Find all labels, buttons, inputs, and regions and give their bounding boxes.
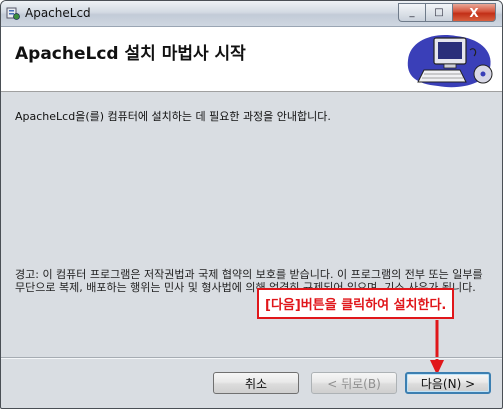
window-controls: _ □ X: [398, 3, 496, 22]
back-button[interactable]: < 뒤로(B): [311, 372, 397, 394]
next-button[interactable]: 다음(N) >: [405, 372, 491, 394]
wizard-body: ApacheLcd을(를) 컴퓨터에 설치하는 데 필요한 과정을 안내합니다.…: [1, 92, 502, 375]
maximize-button[interactable]: □: [425, 3, 452, 22]
installer-app-icon: [6, 7, 20, 20]
computer-setup-icon: [407, 35, 493, 88]
title-bar[interactable]: ApacheLcd _ □ X: [1, 1, 502, 27]
page-title: ApacheLcd 설치 마법사 시작: [15, 44, 246, 64]
intro-text: ApacheLcd을(를) 컴퓨터에 설치하는 데 필요한 과정을 안내합니다.: [15, 110, 331, 123]
wizard-header: ApacheLcd 설치 마법사 시작: [1, 27, 502, 92]
window-title: ApacheLcd: [25, 6, 91, 20]
instruction-callout: [다음]버튼을 클릭하여 설치한다.: [257, 288, 455, 319]
footer-divider: [1, 357, 502, 359]
close-button[interactable]: X: [452, 3, 496, 22]
cancel-button[interactable]: 취소: [213, 372, 299, 394]
minimize-button[interactable]: _: [398, 3, 425, 22]
installer-window: ApacheLcd _ □ X ApacheLcd 설치 마법사 시작 Apac…: [0, 0, 503, 409]
red-arrow-icon: [430, 320, 444, 375]
